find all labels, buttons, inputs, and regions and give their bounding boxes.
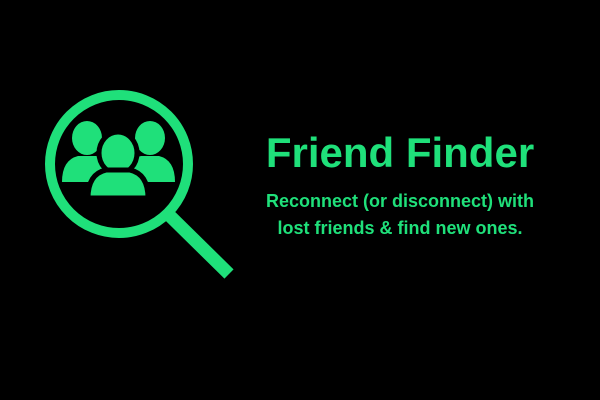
- tagline-line-2: lost friends & find new ones.: [277, 218, 523, 238]
- app-title: Friend Finder: [265, 129, 535, 176]
- tagline-line-1: Reconnect (or disconnect) with: [265, 191, 535, 211]
- magnifying-glass-people-icon: [38, 86, 238, 286]
- splash-screen: Friend Finder Reconnect (or disconnect) …: [0, 0, 600, 400]
- app-tagline: Reconnect (or disconnect) with lost frie…: [230, 188, 570, 242]
